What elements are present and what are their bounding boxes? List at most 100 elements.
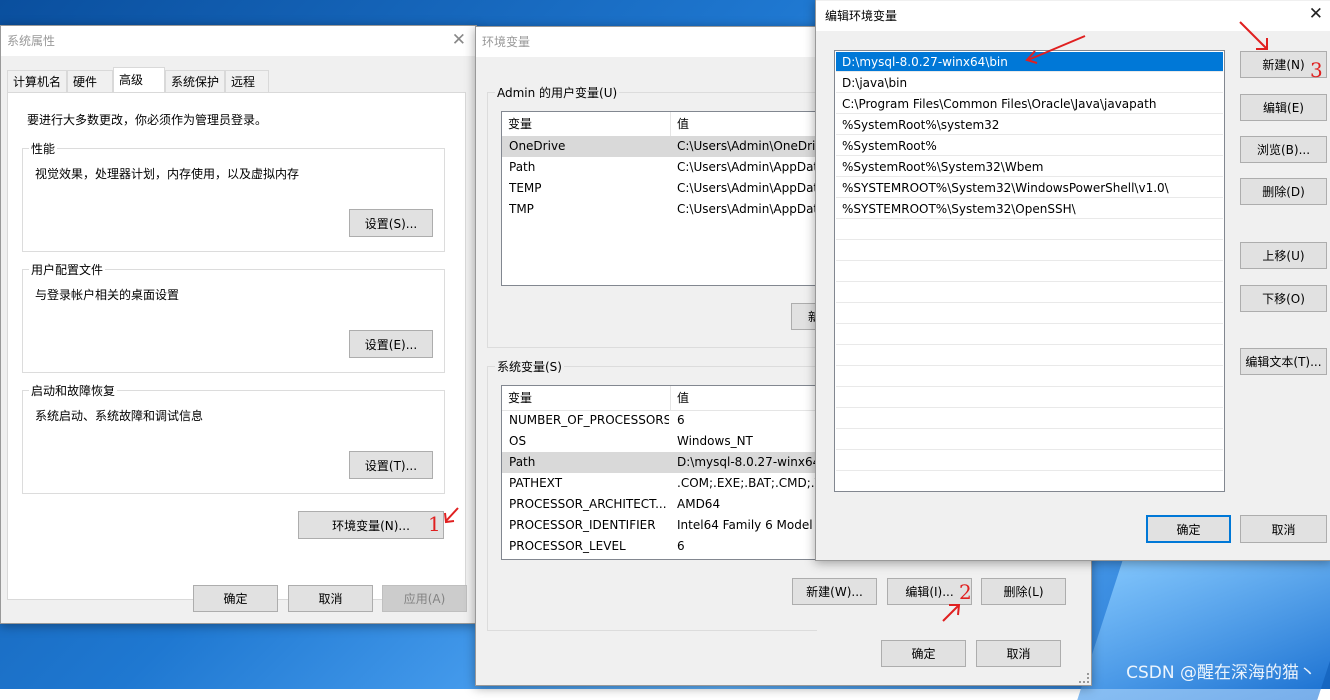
- empty-path-row[interactable]: [836, 430, 1223, 450]
- environment-variables-button[interactable]: 环境变量(N)...: [298, 511, 444, 539]
- variable-name-cell: Path: [509, 455, 536, 469]
- variable-name-cell: PROCESSOR_ARCHITECT...: [509, 497, 667, 511]
- performance-desc: 视觉效果，处理器计划，内存使用，以及虚拟内存: [35, 167, 300, 181]
- variable-name-cell: OneDrive: [509, 139, 566, 153]
- empty-path-row[interactable]: [836, 388, 1223, 408]
- startup-recovery-settings-button[interactable]: 设置(T)...: [349, 451, 433, 479]
- startup-recovery-group: 启动和故障恢复 系统启动、系统故障和调试信息 设置(T)...: [22, 382, 445, 494]
- ok-button[interactable]: 确定: [193, 585, 278, 612]
- empty-path-row[interactable]: [836, 304, 1223, 324]
- sys-delete-button[interactable]: 删除(L): [981, 578, 1066, 605]
- col-value[interactable]: 值: [670, 112, 820, 136]
- variable-value-cell: AMD64: [677, 497, 721, 511]
- browse-button[interactable]: 浏览(B)...: [1240, 136, 1327, 163]
- table-row[interactable]: PROCESSOR_LEVEL 6: [502, 536, 820, 557]
- variable-name-cell: TMP: [509, 202, 534, 216]
- variable-value-cell: 6: [677, 413, 685, 427]
- table-row[interactable]: PROCESSOR_IDENTIFIER Intel64 Family 6 Mod…: [502, 515, 820, 536]
- variable-value-cell: C:\Users\Admin\AppData: [677, 181, 821, 195]
- step-3-arrow-icon: [1239, 21, 1268, 50]
- ok-button[interactable]: 确定: [881, 640, 966, 667]
- tab-strip: 计算机名 硬件 高级 系统保护 远程: [7, 67, 467, 93]
- table-row[interactable]: TMP C:\Users\Admin\AppData: [502, 199, 820, 220]
- variable-name-cell: OS: [509, 434, 527, 448]
- variable-value-cell: .COM;.EXE;.BAT;.CMD;.V: [677, 476, 821, 490]
- variable-value-cell: Windows_NT: [677, 434, 753, 448]
- tab-computer-name[interactable]: 计算机名: [7, 70, 67, 92]
- table-row[interactable]: OS Windows_NT: [502, 431, 820, 452]
- tab-advanced[interactable]: 高级: [113, 67, 165, 93]
- path-entry[interactable]: %SystemRoot%\system32: [836, 115, 1223, 135]
- variable-value-cell: 6: [677, 539, 685, 553]
- col-variable[interactable]: 变量: [502, 386, 670, 410]
- system-properties-window: 系统属性 ✕ 计算机名 硬件 高级 系统保护 远程 要进行大多数更改，你必须作为…: [0, 25, 477, 624]
- user-vars-list[interactable]: 变量 值 OneDrive C:\Users\Admin\OneDrive Path…: [501, 111, 821, 286]
- edit-text-button[interactable]: 编辑文本(T)...: [1240, 348, 1327, 375]
- variable-value-cell: C:\Users\Admin\AppData: [677, 202, 821, 216]
- path-entry[interactable]: %SystemRoot%: [836, 136, 1223, 156]
- ok-button[interactable]: 确定: [1146, 515, 1231, 543]
- tab-system-protection[interactable]: 系统保护: [165, 70, 225, 92]
- performance-settings-button[interactable]: 设置(S)...: [349, 209, 433, 237]
- variable-name-cell: PROCESSOR_LEVEL: [509, 539, 626, 553]
- empty-path-row[interactable]: [836, 283, 1223, 303]
- advanced-tab-panel: 要进行大多数更改，你必须作为管理员登录。 性能 视觉效果，处理器计划，内存使用，…: [7, 92, 466, 600]
- empty-path-row[interactable]: [836, 367, 1223, 387]
- empty-path-row[interactable]: [836, 346, 1223, 366]
- table-row[interactable]: PATHEXT .COM;.EXE;.BAT;.CMD;.V: [502, 473, 820, 494]
- empty-path-row[interactable]: [836, 451, 1223, 471]
- variable-name-cell: TEMP: [509, 181, 542, 195]
- variable-value-cell: D:\mysql-8.0.27-winx64\: [677, 455, 821, 469]
- cancel-button[interactable]: 取消: [288, 585, 373, 612]
- user-vars-label: Admin 的用户变量(U): [495, 84, 620, 101]
- delete-path-button[interactable]: 删除(D): [1240, 178, 1327, 205]
- sys-vars-label: 系统变量(S): [495, 358, 564, 375]
- admin-note: 要进行大多数更改，你必须作为管理员登录。: [27, 113, 268, 127]
- tab-hardware[interactable]: 硬件: [67, 70, 113, 92]
- variable-name-cell: PROCESSOR_IDENTIFIER: [509, 518, 656, 532]
- move-up-button[interactable]: 上移(U): [1240, 242, 1327, 269]
- close-icon[interactable]: ✕: [452, 26, 466, 54]
- tab-remote[interactable]: 远程: [225, 70, 269, 92]
- apply-button[interactable]: 应用(A): [382, 585, 467, 612]
- empty-path-row[interactable]: [836, 220, 1223, 240]
- resize-grip-icon[interactable]: [1079, 673, 1089, 683]
- move-down-button[interactable]: 下移(O): [1240, 285, 1327, 312]
- table-row[interactable]: Path C:\Users\Admin\AppData: [502, 157, 820, 178]
- empty-path-row[interactable]: [836, 262, 1223, 282]
- variable-value-cell: C:\Users\Admin\AppData: [677, 160, 821, 174]
- path-entry-arrow-icon: [1025, 35, 1086, 64]
- table-row[interactable]: PROCESSOR_ARCHITECT... AMD64: [502, 494, 820, 515]
- sys-vars-list[interactable]: 变量 值 NUMBER_OF_PROCESSORS 6 OS Windows_NT Pa…: [501, 385, 821, 560]
- variable-name-cell: Path: [509, 160, 536, 174]
- table-row[interactable]: NUMBER_OF_PROCESSORS 6: [502, 410, 820, 431]
- user-profile-label: 用户配置文件: [29, 261, 106, 278]
- path-entry[interactable]: %SYSTEMROOT%\System32\WindowsPowerShell\…: [836, 178, 1223, 198]
- cancel-button[interactable]: 取消: [1240, 515, 1327, 543]
- path-entry[interactable]: D:\java\bin: [836, 73, 1223, 93]
- path-list[interactable]: D:\mysql-8.0.27-winx64\bin D:\java\bin C:\…: [834, 50, 1225, 492]
- startup-recovery-label: 启动和故障恢复: [29, 382, 118, 399]
- empty-path-row[interactable]: [836, 241, 1223, 261]
- col-variable[interactable]: 变量: [502, 112, 670, 136]
- table-row[interactable]: Path D:\mysql-8.0.27-winx64\: [502, 452, 820, 473]
- table-row[interactable]: TEMP C:\Users\Admin\AppData: [502, 178, 820, 199]
- empty-path-row[interactable]: [836, 325, 1223, 345]
- table-row[interactable]: OneDrive C:\Users\Admin\OneDrive: [502, 136, 820, 157]
- sys-new-button[interactable]: 新建(W)...: [792, 578, 877, 605]
- user-profile-settings-button[interactable]: 设置(E)...: [349, 330, 433, 358]
- variable-value-cell: Intel64 Family 6 Model 1: [677, 518, 821, 532]
- path-entry[interactable]: %SYSTEMROOT%\System32\OpenSSH\: [836, 199, 1223, 219]
- step-1-label: 1: [428, 512, 441, 536]
- path-entry[interactable]: %SystemRoot%\System32\Wbem: [836, 157, 1223, 177]
- col-value[interactable]: 值: [670, 386, 820, 410]
- performance-group: 性能 视觉效果，处理器计划，内存使用，以及虚拟内存 设置(S)...: [22, 140, 445, 252]
- empty-path-row[interactable]: [836, 472, 1223, 491]
- path-entry[interactable]: C:\Program Files\Common Files\Oracle\Jav…: [836, 94, 1223, 114]
- edit-path-button[interactable]: 编辑(E): [1240, 94, 1327, 121]
- close-icon[interactable]: ✕: [1309, 0, 1323, 28]
- variable-value-cell: C:\Users\Admin\OneDrive: [677, 139, 821, 153]
- cancel-button[interactable]: 取消: [976, 640, 1061, 667]
- empty-path-row[interactable]: [836, 409, 1223, 429]
- variable-name-cell: PATHEXT: [509, 476, 563, 490]
